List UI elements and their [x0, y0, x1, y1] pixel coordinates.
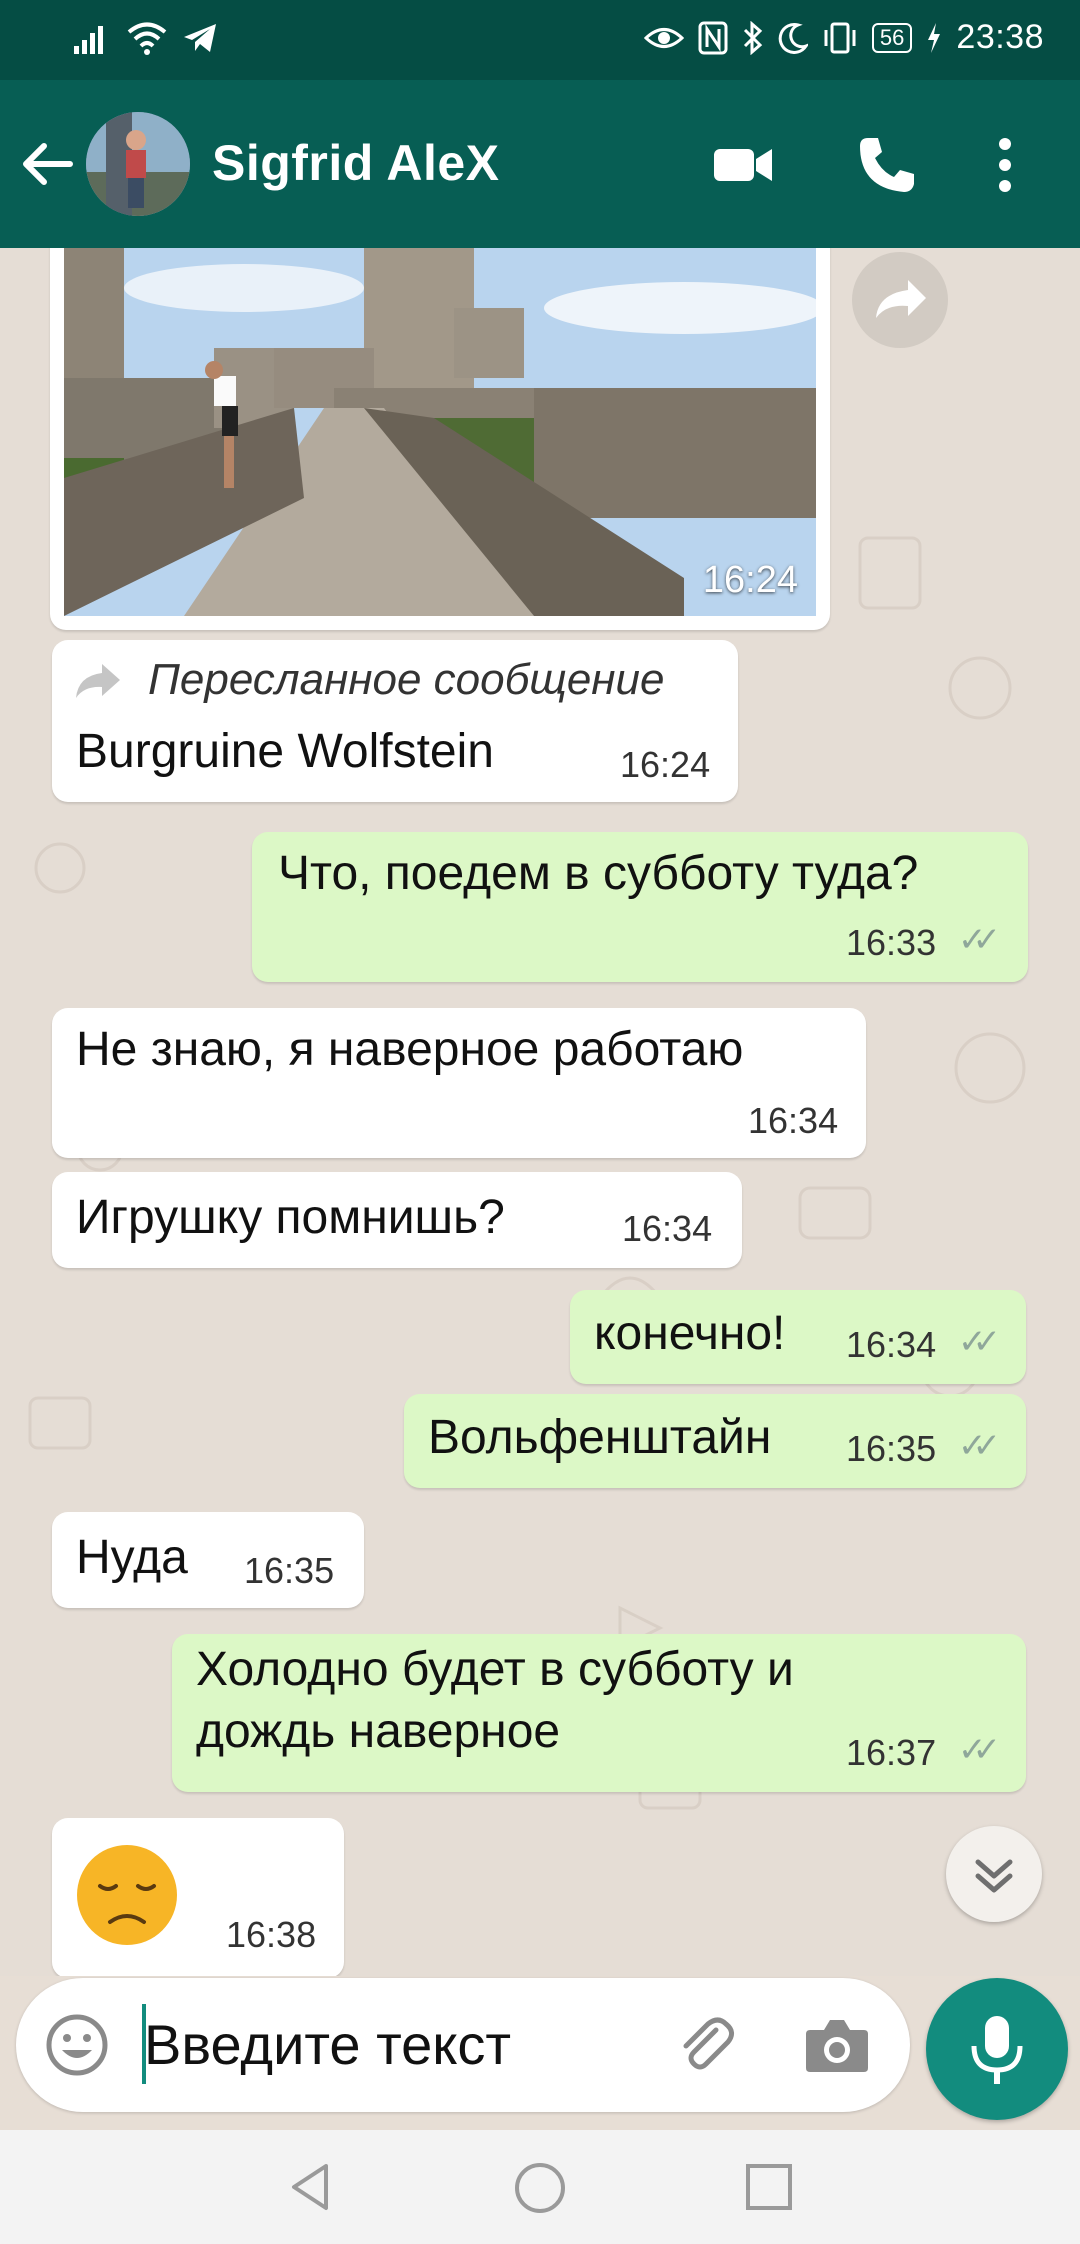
message-composer[interactable]: Введите текст: [16, 1978, 910, 2112]
telegram-icon: [184, 24, 216, 52]
avatar[interactable]: [86, 112, 190, 216]
message-time: 16:34: [622, 1208, 713, 1249]
message-time: 16:34: [846, 1324, 937, 1365]
avatar-photo: [86, 112, 190, 216]
read-receipt-icon: ✓✓: [958, 1323, 1001, 1361]
message-time: 16:35: [244, 1550, 335, 1591]
message-text: Вольфенштайн: [428, 1411, 772, 1464]
incoming-message[interactable]: Игрушку помнишь? 16:34: [52, 1172, 742, 1268]
message-photo[interactable]: 16:24: [64, 248, 816, 616]
message-time: 16:33: [846, 922, 937, 963]
moon-icon: [778, 22, 808, 54]
emoji-icon[interactable]: [44, 2012, 110, 2078]
read-receipt-icon: ✓✓: [958, 1427, 1001, 1465]
status-bar: 56 23:38: [0, 0, 1080, 80]
contact-name[interactable]: Sigfrid AleX: [212, 134, 500, 192]
attach-icon[interactable]: [672, 2012, 738, 2078]
bluetooth-icon: [743, 20, 763, 55]
outgoing-message[interactable]: Вольфенштайн 16:35 ✓✓: [404, 1394, 1026, 1488]
incoming-message[interactable]: Нуда 16:35: [52, 1512, 364, 1608]
mic-icon: [971, 2016, 1023, 2084]
forwarded-icon: [76, 664, 120, 698]
mic-button[interactable]: [926, 1978, 1068, 2120]
battery-icon: 56: [871, 22, 913, 53]
emoji-message[interactable]: 16:38: [52, 1818, 344, 1976]
status-time: 23:38: [956, 18, 1044, 56]
chat-header: Sigfrid AleX: [0, 80, 1080, 248]
camera-icon[interactable]: [802, 2012, 872, 2078]
scroll-to-bottom-button[interactable]: [946, 1826, 1042, 1922]
double-chevron-down-icon: [975, 1859, 1013, 1893]
wifi-icon: [127, 22, 167, 55]
charging-icon: [928, 22, 941, 53]
video-call-icon[interactable]: [710, 132, 776, 198]
forward-button[interactable]: [852, 252, 948, 348]
forwarded-label: Пересланное сообщение: [148, 655, 665, 704]
read-receipt-icon: ✓✓: [958, 1731, 1001, 1769]
image-message[interactable]: 16:24: [50, 248, 830, 630]
forwarded-message[interactable]: Пересланное сообщение Burgruine Wolfstei…: [52, 640, 738, 802]
message-time: 16:24: [702, 559, 798, 601]
message-text: Игрушку помнишь?: [76, 1191, 505, 1244]
message-time: 16:24: [620, 744, 711, 785]
message-text: конечно!: [594, 1307, 786, 1360]
message-text-line1: Холодно будет в субботу и: [196, 1643, 794, 1696]
signal-icon: [74, 26, 103, 54]
eye-icon: [643, 27, 684, 48]
incoming-message[interactable]: Не знаю, я наверное работаю 16:34: [52, 1008, 866, 1158]
outgoing-message[interactable]: Холодно будет в субботу и дождь наверное…: [172, 1634, 1026, 1792]
message-time: 16:37: [846, 1732, 937, 1773]
more-vert-icon[interactable]: [980, 132, 1030, 198]
forward-arrow-icon: [876, 280, 926, 318]
outgoing-message[interactable]: конечно! 16:34 ✓✓: [570, 1290, 1026, 1384]
outgoing-message[interactable]: Что, поедем в субботу туда? 16:33 ✓✓: [252, 832, 1028, 982]
message-input[interactable]: Введите текст: [144, 2012, 511, 2077]
nav-home-icon[interactable]: [512, 2160, 568, 2216]
message-text: Burgruine Wolfstein: [76, 725, 494, 778]
vibrate-icon: [824, 22, 856, 53]
back-arrow-icon[interactable]: [18, 134, 78, 194]
message-time: 16:34: [748, 1100, 839, 1141]
nav-recents-icon[interactable]: [742, 2160, 796, 2214]
nfc-icon: [698, 21, 728, 54]
disappointed-face-emoji: [77, 1845, 177, 1945]
read-receipt-icon: ✓✓: [958, 921, 1001, 959]
chat-area[interactable]: 16:24 Пересланное сообщение Burgruine Wo…: [0, 248, 1080, 1976]
message-text: Нуда: [76, 1531, 188, 1584]
message-time: 16:35: [846, 1428, 937, 1469]
message-time: 16:38: [226, 1914, 317, 1955]
system-nav-bar: [0, 2130, 1080, 2244]
message-text-line2: дождь наверное: [196, 1705, 561, 1758]
nav-back-icon[interactable]: [284, 2160, 338, 2214]
phone-icon[interactable]: [854, 132, 920, 198]
message-text: Не знаю, я наверное работаю: [76, 1023, 744, 1076]
message-text: Что, поедем в субботу туда?: [278, 847, 919, 900]
